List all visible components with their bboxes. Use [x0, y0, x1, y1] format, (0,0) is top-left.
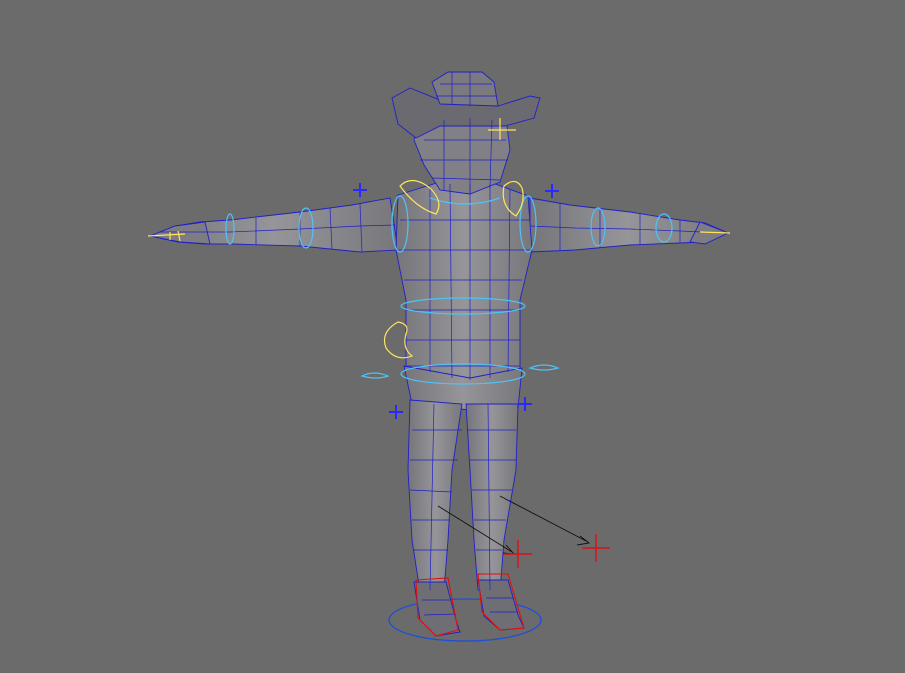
hat-crown-mesh[interactable] [431, 71, 499, 107]
locator-right-shoulder [545, 184, 559, 198]
locator-right-hip [518, 397, 532, 411]
left-leg-mesh[interactable] [407, 399, 463, 593]
viewport-canvas[interactable] [0, 0, 905, 673]
locator-left-hip [389, 405, 403, 419]
pole-vector-left [504, 540, 532, 568]
3d-viewport[interactable] [0, 0, 905, 673]
locator-left-shoulder [353, 183, 367, 197]
left-boot-mesh[interactable] [413, 581, 461, 637]
pole-vector-links [437, 495, 591, 555]
pole-vector-controls[interactable] [504, 534, 610, 568]
character-mesh[interactable] [148, 71, 730, 637]
hip-right-handle [528, 364, 560, 371]
right-leg-mesh[interactable] [465, 403, 519, 593]
hip-left-handle [360, 372, 390, 379]
pole-vector-right [582, 534, 610, 562]
